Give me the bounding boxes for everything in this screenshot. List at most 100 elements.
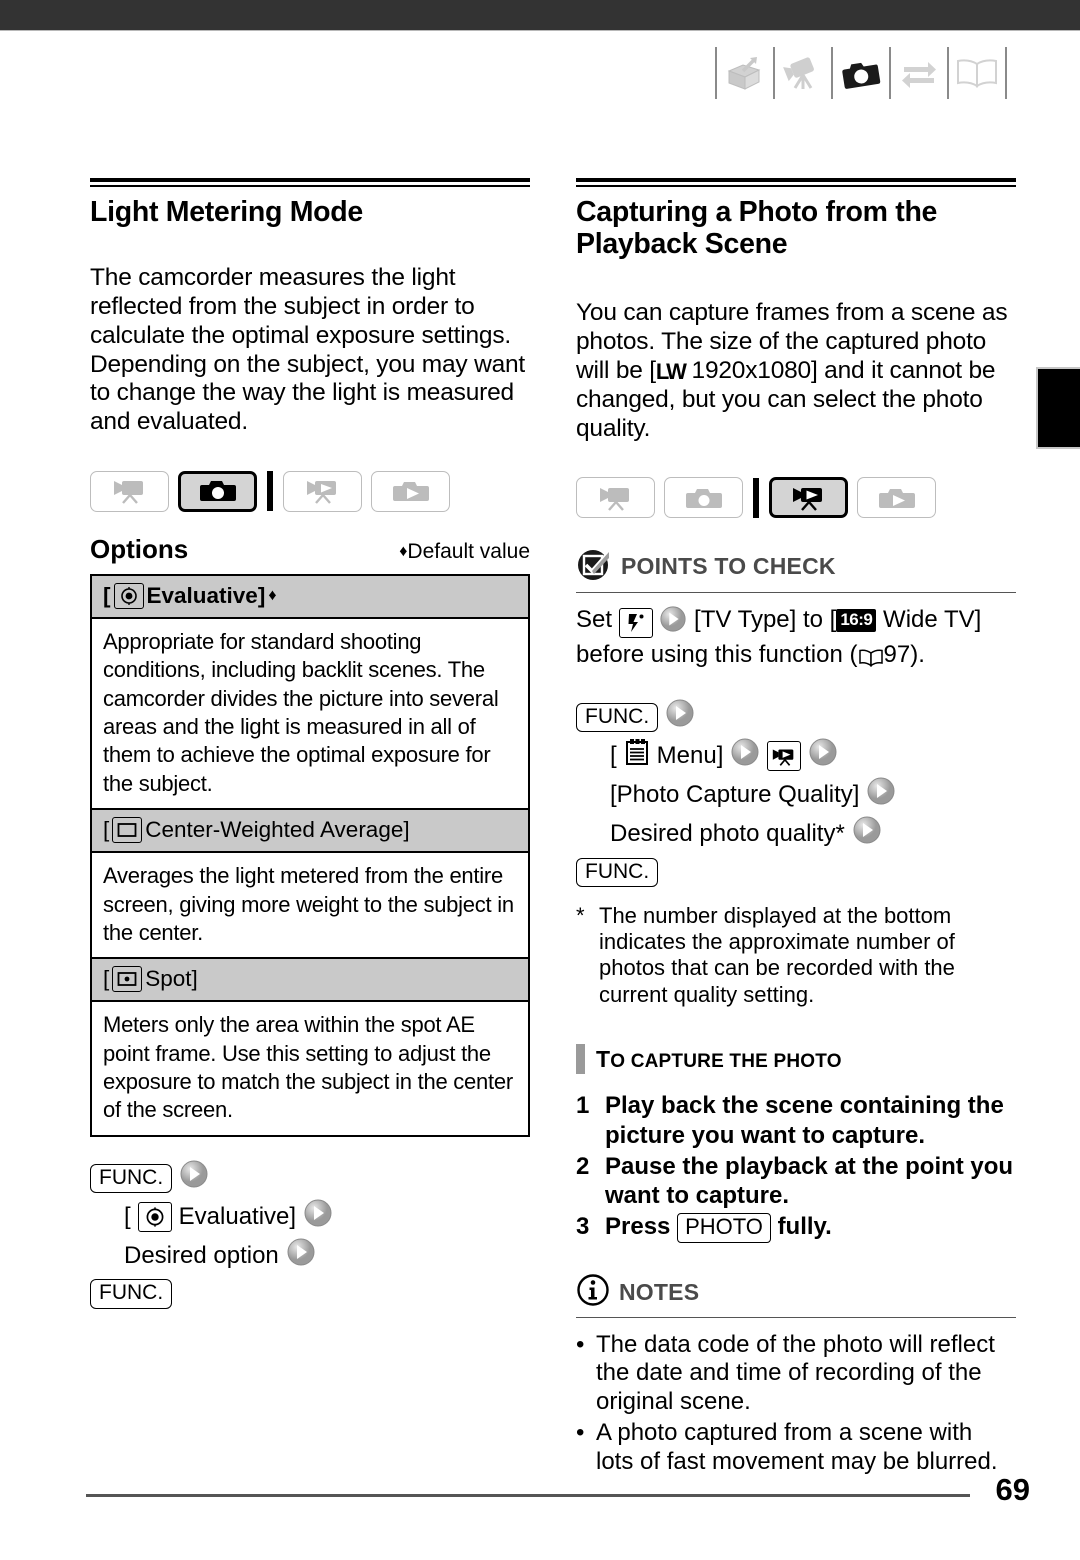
- step-text: Press PHOTO fully.: [605, 1212, 1016, 1243]
- page-title-capturing-photo: Capturing a Photo from the Playback Scen…: [576, 196, 938, 261]
- arrow-next-icon: [179, 1159, 209, 1198]
- page-title-light-metering: Light Metering Mode: [90, 196, 363, 228]
- step-number: 3: [576, 1213, 590, 1241]
- points-text-before: Set: [576, 606, 613, 634]
- step-number: 2: [576, 1152, 590, 1180]
- subheading-rest: O CAPTURE THE PHOTO: [610, 1050, 842, 1072]
- default-value-text: Default value: [407, 539, 530, 563]
- sequence-line-func: FUNC.: [90, 1159, 530, 1198]
- options-label: Options: [90, 533, 189, 564]
- left-column: Light Metering Mode The camcorder measur…: [90, 178, 530, 1309]
- step-text: Pause the playback at the point you want…: [605, 1152, 1014, 1210]
- points-page-reference-close: ).: [910, 641, 925, 669]
- mode-separator: [753, 477, 759, 518]
- evaluative-metering-icon: [137, 1202, 172, 1233]
- capture-steps-list: 1 Play back the scene containing the pic…: [576, 1091, 1016, 1243]
- option-description-evaluative: Appropriate for standard shooting condit…: [103, 628, 499, 796]
- points-to-check-header: POINTS TO CHECK: [576, 546, 1016, 594]
- arrow-next-icon: [286, 1237, 316, 1276]
- options-header-row: Options ♦Default value: [90, 534, 530, 565]
- bracket-open: [: [103, 582, 111, 608]
- mode-separator: [267, 471, 273, 512]
- func-button-key-end[interactable]: FUNC.: [90, 1279, 173, 1309]
- video-playback-mode-icon: [767, 741, 802, 772]
- points-to-check-callout: POINTS TO CHECK Set [TV Type] to [16:9 W…: [576, 546, 1016, 676]
- option-label-center-weighted: Center-Weighted Average]: [145, 817, 410, 843]
- page-number: 69: [995, 1472, 1030, 1507]
- sequence-line-func: FUNC.: [576, 698, 1016, 737]
- mode-video-record-button[interactable]: [90, 470, 169, 512]
- subheading-accent-bar: [576, 1044, 585, 1075]
- step-text-after: fully.: [777, 1213, 832, 1241]
- sequence-line-func-end: FUNC.: [576, 857, 1016, 887]
- bracket-open: [: [103, 817, 110, 843]
- func-button-key[interactable]: FUNC.: [576, 702, 659, 732]
- mode-video-playback-button[interactable]: [769, 477, 848, 519]
- photo-recording-icon[interactable]: [834, 46, 888, 100]
- top-dark-bar: [0, 0, 1080, 31]
- notes-title: NOTES: [619, 1278, 700, 1305]
- wide-tv-ratio-badge: 16:9: [836, 609, 877, 632]
- func-button-key[interactable]: FUNC.: [90, 1163, 173, 1193]
- strip-divider: [715, 47, 717, 99]
- strip-divider: [831, 47, 833, 99]
- additional-information-book-icon[interactable]: [950, 46, 1004, 100]
- subheading-label: TO CAPTURE THE PHOTO: [596, 1046, 842, 1073]
- arrow-next-icon: [808, 737, 838, 776]
- sequence-line-menu: [ Menu]: [576, 737, 1016, 776]
- step-text: Play back the scene containing the pictu…: [605, 1092, 1004, 1149]
- notes-callout: NOTES • The data code of the photo will …: [576, 1273, 1016, 1477]
- right-column: Capturing a Photo from the Playback Scen…: [576, 178, 1016, 1479]
- sequence-label-photo-capture-quality: [Photo Capture Quality]: [610, 781, 860, 809]
- points-page-reference: 97: [883, 641, 911, 669]
- bullet-icon: •: [576, 1330, 585, 1358]
- operating-mode-bar-right: [576, 477, 1016, 519]
- checkmark-box-icon: [576, 546, 612, 587]
- option-header-center-weighted: [ Center-Weighted Average]: [92, 808, 528, 854]
- arrow-next-icon: [665, 698, 695, 737]
- bullet-icon: •: [576, 1419, 585, 1447]
- mode-video-playback-button[interactable]: [283, 470, 362, 512]
- points-to-check-body: Set [TV Type] to [16:9 Wide TV] before u…: [576, 605, 1016, 676]
- strip-divider: [947, 47, 949, 99]
- strip-divider: [889, 47, 891, 99]
- introduction-box-icon[interactable]: [718, 46, 772, 100]
- bracket-open: [: [124, 1203, 131, 1231]
- list-item: 1 Play back the scene containing the pic…: [576, 1091, 1016, 1150]
- list-item: 2 Pause the playback at the point you wa…: [576, 1152, 1016, 1211]
- video-recording-icon[interactable]: [776, 46, 830, 100]
- mode-video-record-button[interactable]: [576, 477, 655, 519]
- note-text: The data code of the photo will reflect …: [596, 1330, 995, 1416]
- arrow-next-icon: [730, 737, 760, 776]
- center-weighted-metering-icon: [112, 817, 143, 844]
- operating-mode-bar-left: [90, 470, 530, 512]
- list-item: 3 Press PHOTO fully.: [576, 1212, 1016, 1243]
- page-reference-book-icon: [858, 647, 884, 676]
- mode-photo-playback-button[interactable]: [857, 477, 936, 519]
- option-description-center-weighted: Averages the light metered from the enti…: [103, 863, 514, 945]
- notes-header: NOTES: [576, 1273, 1016, 1318]
- sequence-line-desired-option: Desired option: [90, 1237, 530, 1276]
- sequence-label-menu: Menu]: [656, 742, 724, 770]
- points-text-line2: before using this function (: [576, 641, 858, 669]
- external-connections-icon[interactable]: [892, 46, 946, 100]
- arrow-next-icon: [866, 776, 896, 815]
- strip-divider: [1005, 47, 1007, 99]
- step-number: 1: [576, 1092, 590, 1120]
- info-circle-icon: [576, 1273, 610, 1312]
- note-text: A photo captured from a scene with lots …: [596, 1419, 998, 1475]
- light-metering-options-table: [ Evaluative] ♦ Appropriate for standard …: [90, 573, 530, 1137]
- chapter-icon-strip: [714, 44, 1008, 102]
- strip-divider: [773, 47, 775, 99]
- mode-photo-record-button[interactable]: [664, 477, 743, 519]
- mode-photo-playback-button[interactable]: [371, 470, 450, 512]
- default-diamond-marker-inline: ♦: [268, 586, 277, 604]
- sequence-label-desired-option: Desired option: [124, 1242, 279, 1270]
- list-item: • The data code of the photo will reflec…: [576, 1331, 1016, 1417]
- photo-button-key[interactable]: PHOTO: [677, 1213, 771, 1243]
- points-text-middle: [TV Type] to [: [694, 606, 837, 634]
- func-button-key-end[interactable]: FUNC.: [576, 857, 659, 887]
- mode-photo-record-button[interactable]: [178, 470, 257, 512]
- menu-list-icon: [624, 738, 650, 775]
- section-rule: [576, 178, 1016, 187]
